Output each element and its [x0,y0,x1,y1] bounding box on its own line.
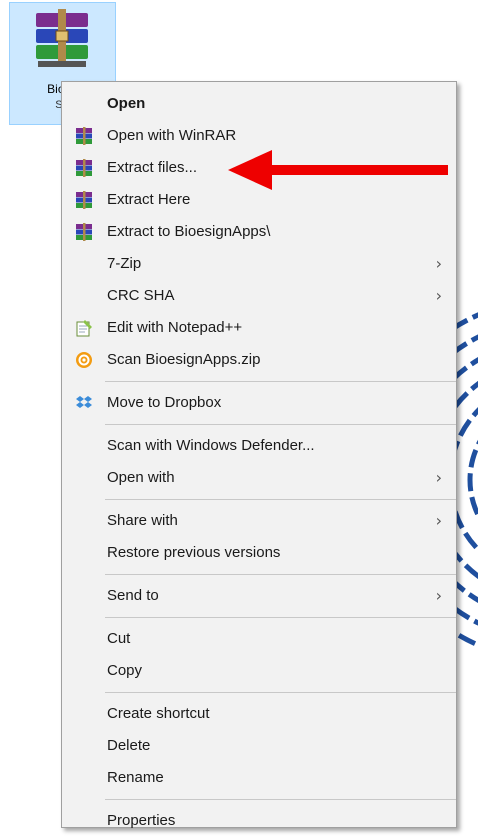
menu-item-delete[interactable]: Delete [62,730,456,762]
notepad-plus-plus-icon [76,320,92,337]
menu-item-copy[interactable]: Copy [62,655,456,687]
menu-separator [105,381,456,382]
menu-separator [105,574,456,575]
menu-item-label: Open with WinRAR [107,127,237,144]
menu-item-rename[interactable]: Rename [62,762,456,794]
menu-item-label: Delete [107,737,151,754]
menu-item-scan-defender[interactable]: Scan with Windows Defender... [62,430,456,462]
menu-item-share-with[interactable]: Share with › [62,505,456,537]
menu-item-open[interactable]: Open [62,88,456,120]
menu-item-cut[interactable]: Cut [62,623,456,655]
winrar-archive-icon [36,9,88,67]
menu-item-label: Send to [107,587,159,604]
chevron-right-icon: › [435,286,442,305]
menu-item-label: Scan BioesignApps.zip [107,351,261,368]
menu-item-edit-notepad-plus-plus[interactable]: Edit with Notepad++ [62,312,456,344]
menu-item-extract-to-folder[interactable]: Extract to BioesignApps\ [62,216,456,248]
menu-item-label: Restore previous versions [107,544,281,561]
menu-item-crc-sha[interactable]: CRC SHA › [62,280,456,312]
menu-item-label: Extract Here [107,191,191,208]
winrar-icon [76,127,92,145]
menu-item-move-to-dropbox[interactable]: Move to Dropbox [62,387,456,419]
menu-separator [105,424,456,425]
annotation-arrow [228,150,448,190]
winrar-icon [76,191,92,209]
chevron-right-icon: › [435,586,442,605]
menu-item-send-to[interactable]: Send to › [62,580,456,612]
scanner-icon [76,352,92,368]
winrar-icon [76,223,92,241]
menu-item-label: Extract files... [107,159,198,176]
menu-item-restore-previous-versions[interactable]: Restore previous versions [62,537,456,569]
menu-item-label: Cut [107,630,131,647]
menu-item-create-shortcut[interactable]: Create shortcut [62,698,456,730]
menu-item-label: Create shortcut [107,705,210,722]
menu-item-label: Move to Dropbox [107,394,222,411]
menu-item-label: 7-Zip [107,255,142,272]
dropbox-icon [76,396,92,408]
chevron-right-icon: › [435,254,442,273]
menu-separator [105,799,456,800]
menu-item-label: Scan with Windows Defender... [107,437,315,454]
menu-separator [105,499,456,500]
menu-item-label: Open [107,95,146,112]
menu-item-scan-zip[interactable]: Scan BioesignApps.zip [62,344,456,376]
menu-separator [105,617,456,618]
menu-item-label: Edit with Notepad++ [107,319,243,336]
menu-item-label: Share with [107,512,178,529]
menu-separator [105,692,456,693]
chevron-right-icon: › [435,468,442,487]
menu-item-open-with[interactable]: Open with › [62,462,456,494]
winrar-icon [76,159,92,177]
menu-item-properties[interactable]: Properties [62,805,456,837]
menu-item-label: Properties [107,812,176,829]
menu-item-label: Rename [107,769,164,786]
context-menu: Open Open with WinRAR Extract files... E… [61,81,457,829]
menu-item-label: CRC SHA [107,287,175,304]
menu-item-label: Extract to BioesignApps\ [107,223,271,240]
menu-item-7zip[interactable]: 7-Zip › [62,248,456,280]
menu-item-open-with-winrar[interactable]: Open with WinRAR [62,120,456,152]
menu-item-label: Open with [107,469,175,486]
menu-item-label: Copy [107,662,143,679]
chevron-right-icon: › [435,511,442,530]
